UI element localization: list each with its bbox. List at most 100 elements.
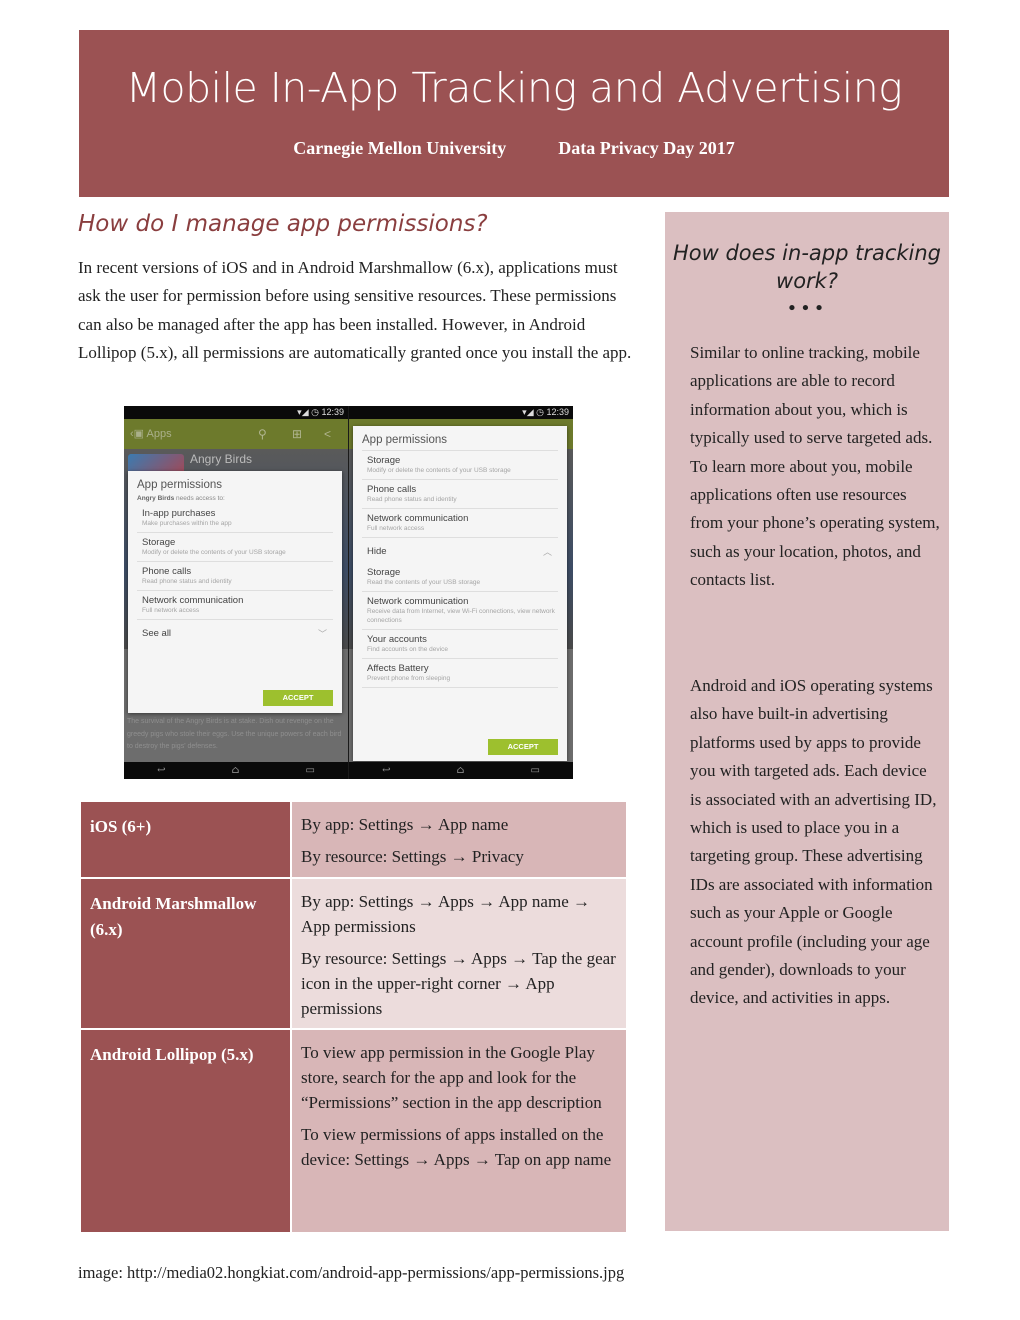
permission-item: Storage Modify or delete the contents of… (362, 451, 558, 480)
phone-screenshot-left: ▾◢ ◷ 12:39 ‹▣ Apps ⚲ ⊞ < Angry Birds The… (124, 406, 348, 779)
permission-item: Phone calls Read phone status and identi… (362, 480, 558, 509)
permission-item: Phone calls Read phone status and identi… (137, 562, 333, 591)
page-title: Mobile In-App Tracking and Advertising (125, 64, 903, 112)
ellipsis-divider: ••• (786, 298, 828, 319)
os-cell: Android Marshmallow (6.x) (79, 877, 292, 1030)
app-bar: ‹▣ Apps ⚲ ⊞ < (124, 419, 348, 449)
permissions-dialog: App permissions Storage Modify or delete… (353, 426, 567, 761)
table-row: iOS (6+) By app: Settings → App name By … (79, 800, 628, 879)
permission-item: In-app purchases Make purchases within t… (137, 504, 333, 533)
share-icon: < (324, 427, 332, 441)
permission-item: Network communication Receive data from … (362, 592, 558, 630)
permission-name: Storage (367, 567, 401, 578)
steps-cell: By app: Settings → App name By resource:… (290, 800, 628, 879)
permission-name: In-app purchases (142, 508, 216, 519)
dialog-subtitle: Angry Birds needs access to: (128, 491, 342, 504)
accept-button: ACCEPT (488, 739, 558, 755)
section-heading: How do I manage app permissions? (78, 211, 488, 237)
permission-name: Network communication (367, 596, 469, 607)
permission-desc: Read phone status and identity (142, 578, 232, 585)
status-bar: ▾◢ ◷ 12:39 (124, 406, 348, 419)
os-cell: Android Lollipop (5.x) (79, 1028, 292, 1234)
back-icon: ↩ (382, 765, 391, 776)
steps-cell: To view app permission in the Google Pla… (290, 1028, 628, 1234)
step-text: By app: Settings → Apps → App name → App… (301, 892, 590, 936)
phone-screenshot-right: ▾◢ ◷ 12:39 App permissions Storage Modif… (349, 406, 573, 779)
step-text: By resource: Settings → Apps → Tap the g… (301, 949, 616, 1018)
back-icon: ↩ (157, 765, 166, 776)
permission-item: Network communication Full network acces… (137, 591, 333, 620)
see-all-label: See all (142, 628, 172, 639)
event-name: Data Privacy Day 2017 (558, 138, 735, 158)
dialog-title: App permissions (362, 434, 448, 446)
permission-desc: Read the contents of your USB storage (367, 579, 481, 586)
step-text: To view app permission in the Google Pla… (301, 1043, 602, 1112)
chevron-down-icon: ﹀ (317, 629, 327, 639)
step-text: By resource: Settings → Privacy (301, 847, 524, 866)
wishlist-icon: ⊞ (292, 427, 303, 441)
app-description: The survival of the Angry Birds is at st… (127, 718, 342, 750)
permission-desc: Receive data from Internet, view Wi-Fi c… (367, 608, 555, 624)
permission-item: Network communication Full network acces… (362, 509, 558, 538)
permission-name: Storage (142, 537, 176, 548)
home-icon: ⌂ (456, 765, 465, 776)
hide-label: Hide (367, 546, 387, 557)
sidebar-paragraph: Similar to online tracking, mobile appli… (690, 343, 940, 590)
nav-bar: ↩ ⌂ ▭ (124, 762, 348, 779)
chevron-up-icon: ︿ (542, 547, 552, 557)
app-name: Angry Birds (190, 452, 253, 466)
permission-name: Affects Battery (367, 663, 429, 674)
wifi-signal-icon: ▾◢ ◷ (522, 407, 547, 417)
banner-subtitle: Carnegie Mellon University Data Privacy … (79, 138, 949, 159)
step-text: To view permissions of apps installed on… (301, 1125, 612, 1169)
intro-paragraph: In recent versions of iOS and in Android… (78, 258, 632, 362)
permissions-table: iOS (6+) By app: Settings → App name By … (79, 800, 628, 1234)
permission-name: Network communication (142, 595, 244, 606)
needs-app-name: Angry Birds (137, 495, 175, 502)
permission-desc: Full network access (142, 607, 200, 614)
home-icon: ⌂ (231, 765, 240, 776)
search-icon: ⚲ (258, 427, 267, 441)
status-time: 12:39 (321, 407, 344, 417)
step-text: By app: Settings → App name (301, 815, 509, 834)
permission-item: Storage Read the contents of your USB st… (362, 563, 558, 592)
status-time: 12:39 (546, 407, 569, 417)
accept-button: ACCEPT (263, 690, 333, 706)
permission-name: Storage (367, 455, 401, 466)
nav-bar: ↩ ⌂ ▭ (349, 762, 573, 779)
permission-desc: Full network access (367, 525, 425, 532)
dialog-title: App permissions (137, 479, 223, 491)
play-store-icon: ‹▣ (130, 428, 147, 440)
permission-item: Affects Battery Prevent phone from sleep… (362, 659, 558, 688)
status-bar: ▾◢ ◷ 12:39 (349, 406, 573, 419)
header-banner: Mobile In-App Tracking and Advertising C… (79, 30, 949, 197)
permission-name: Your accounts (367, 634, 427, 645)
organization-name: Carnegie Mellon University (293, 138, 507, 158)
appbar-title: Apps (146, 428, 172, 440)
permission-desc: Read phone status and identity (367, 496, 457, 503)
permission-desc: Prevent phone from sleeping (367, 675, 451, 682)
permission-name: Phone calls (142, 566, 192, 577)
permissions-dialog: App permissions Angry Birds needs access… (128, 471, 342, 713)
permission-name: Phone calls (367, 484, 417, 495)
hide-row: Hide ︿ (362, 538, 558, 563)
os-cell: iOS (6+) (79, 800, 292, 879)
recents-icon: ▭ (305, 765, 315, 776)
permission-name: Network communication (367, 513, 469, 524)
recents-icon: ▭ (530, 765, 540, 776)
see-all-row: See all ﹀ (137, 620, 333, 645)
permission-desc: Find accounts on the device (367, 646, 448, 653)
steps-cell: By app: Settings → Apps → App name → App… (290, 877, 628, 1030)
wifi-signal-icon: ▾◢ ◷ (297, 407, 322, 417)
permission-item: Storage Modify or delete the contents of… (137, 533, 333, 562)
sidebar-box: How does in-app tracking work? ••• Simil… (665, 212, 949, 1231)
image-caption: image: http://media02.hongkiat.com/andro… (78, 1263, 625, 1282)
permission-desc: Modify or delete the contents of your US… (367, 467, 511, 474)
sidebar-title: How does in-app tracking work? (672, 241, 942, 293)
permission-item: Your accounts Find accounts on the devic… (362, 630, 558, 659)
permission-desc: Modify or delete the contents of your US… (142, 549, 286, 556)
table-row: Android Marshmallow (6.x) By app: Settin… (79, 877, 628, 1030)
sidebar-paragraph: Android and iOS operating systems also h… (690, 676, 937, 1008)
permission-desc: Make purchases within the app (142, 520, 232, 527)
needs-text: needs access to: (176, 495, 225, 502)
